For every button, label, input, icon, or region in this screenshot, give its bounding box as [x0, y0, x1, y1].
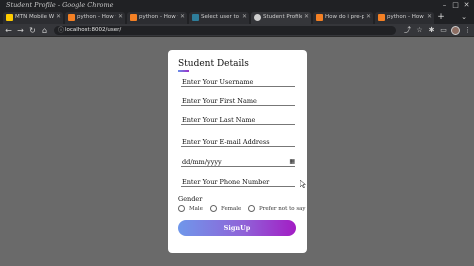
radio-circle-icon[interactable]	[210, 205, 217, 212]
tab-label: Student Profile	[263, 14, 302, 20]
tab-python-how-3[interactable]: python - How t ✕	[375, 12, 434, 24]
tab-select-user[interactable]: Select user to c ✕	[189, 12, 249, 24]
django-favicon-icon	[192, 14, 199, 21]
last-name-input[interactable]: Enter Your Last Name	[181, 116, 295, 125]
window-title: Student Profile - Google Chrome	[6, 1, 114, 9]
tab-close-icon[interactable]: ✕	[304, 13, 309, 20]
tab-python-how-1[interactable]: python - How t ✕	[65, 12, 125, 24]
phone-input[interactable]: Enter Your Phone Number	[181, 178, 295, 187]
maximize-icon[interactable]: □	[451, 1, 460, 10]
side-panel-icon[interactable]: ▭	[439, 26, 448, 35]
title-underline	[178, 70, 189, 72]
calendar-icon[interactable]: ▦	[289, 158, 295, 165]
tab-close-icon[interactable]: ✕	[56, 13, 61, 20]
tab-label: Select user to c	[201, 14, 240, 20]
stackoverflow-favicon-icon	[378, 14, 385, 21]
url-text[interactable]: localhost:8002/user/	[65, 27, 121, 33]
radio-label: Female	[221, 206, 242, 212]
student-details-card: Student Details Enter Your Username Ente…	[168, 50, 307, 253]
radio-circle-icon[interactable]	[248, 205, 255, 212]
first-name-input[interactable]: Enter Your First Name	[181, 97, 295, 106]
tab-label: How do i pre-p	[325, 14, 364, 20]
radio-label: Male	[189, 206, 203, 212]
stackoverflow-favicon-icon	[316, 14, 323, 21]
tab-close-icon[interactable]: ✕	[180, 13, 185, 20]
date-of-birth-input[interactable]: dd/mm/yyyy ▦	[181, 158, 295, 167]
arrow-left-icon[interactable]: ←	[4, 26, 13, 35]
stackoverflow-favicon-icon	[68, 14, 75, 21]
mouse-cursor-icon	[300, 180, 306, 188]
page-title: Student Details	[178, 59, 249, 69]
tab-python-how-2[interactable]: python - How t ✕	[127, 12, 187, 24]
radio-circle-icon[interactable]	[178, 205, 185, 212]
new-tab-icon[interactable]: +	[436, 12, 446, 22]
profile-avatar[interactable]	[451, 26, 460, 35]
globe-icon	[254, 14, 261, 21]
radio-label: Prefer not to say	[259, 206, 306, 212]
home-icon[interactable]: ⌂	[40, 26, 49, 35]
reload-icon[interactable]: ↻	[28, 26, 37, 35]
tab-how-do-i[interactable]: How do i pre-p ✕	[313, 12, 373, 24]
tab-student-profile[interactable]: Student Profile ✕	[251, 12, 311, 24]
email-placeholder: Enter Your E-mail Address	[182, 138, 270, 146]
tab-label: MTN Mobile W	[15, 14, 54, 20]
tab-close-icon[interactable]: ✕	[118, 13, 123, 20]
signup-button[interactable]: SignUp	[178, 220, 296, 236]
tab-mtn-mobile[interactable]: MTN Mobile W ✕	[3, 12, 63, 24]
mtn-favicon-icon	[6, 14, 13, 21]
tab-close-icon[interactable]: ✕	[242, 13, 247, 20]
arrow-right-icon[interactable]: →	[16, 26, 25, 35]
gender-label: Gender	[178, 195, 203, 203]
address-bar[interactable]: ⓘ localhost:8002/user/	[54, 26, 396, 35]
username-input[interactable]: Enter Your Username	[181, 78, 295, 87]
last-name-placeholder: Enter Your Last Name	[182, 116, 256, 124]
tab-close-icon[interactable]: ✕	[427, 13, 432, 20]
email-input[interactable]: Enter Your E-mail Address	[181, 138, 295, 147]
phone-placeholder: Enter Your Phone Number	[182, 178, 270, 186]
share-icon[interactable]: ⤴	[403, 26, 412, 35]
bookmark-star-icon[interactable]: ☆	[415, 26, 424, 35]
window-title-bar: Student Profile - Google Chrome – □ ✕	[0, 0, 474, 11]
tab-label: python - How t	[387, 14, 425, 20]
menu-kebab-icon[interactable]: ⋮	[463, 26, 472, 35]
tab-label: python - How t	[139, 14, 178, 20]
minimize-icon[interactable]: –	[440, 1, 449, 10]
username-placeholder: Enter Your Username	[182, 78, 254, 86]
dob-placeholder: dd/mm/yyyy	[182, 158, 222, 166]
tab-search-icon[interactable]: ⌄	[458, 12, 470, 22]
extensions-icon[interactable]: ✱	[427, 26, 436, 35]
info-icon[interactable]: ⓘ	[58, 26, 64, 35]
first-name-placeholder: Enter Your First Name	[182, 97, 257, 105]
stackoverflow-favicon-icon	[130, 14, 137, 21]
close-window-icon[interactable]: ✕	[462, 1, 471, 10]
navigation-bar: ← → ↻ ⌂ ⓘ localhost:8002/user/ ⤴ ☆ ✱ ▭ ⋮	[0, 24, 474, 37]
tab-label: python - How t	[77, 14, 116, 20]
tab-close-icon[interactable]: ✕	[366, 13, 371, 20]
tab-strip: MTN Mobile W ✕ python - How t ✕ python -…	[0, 11, 474, 24]
